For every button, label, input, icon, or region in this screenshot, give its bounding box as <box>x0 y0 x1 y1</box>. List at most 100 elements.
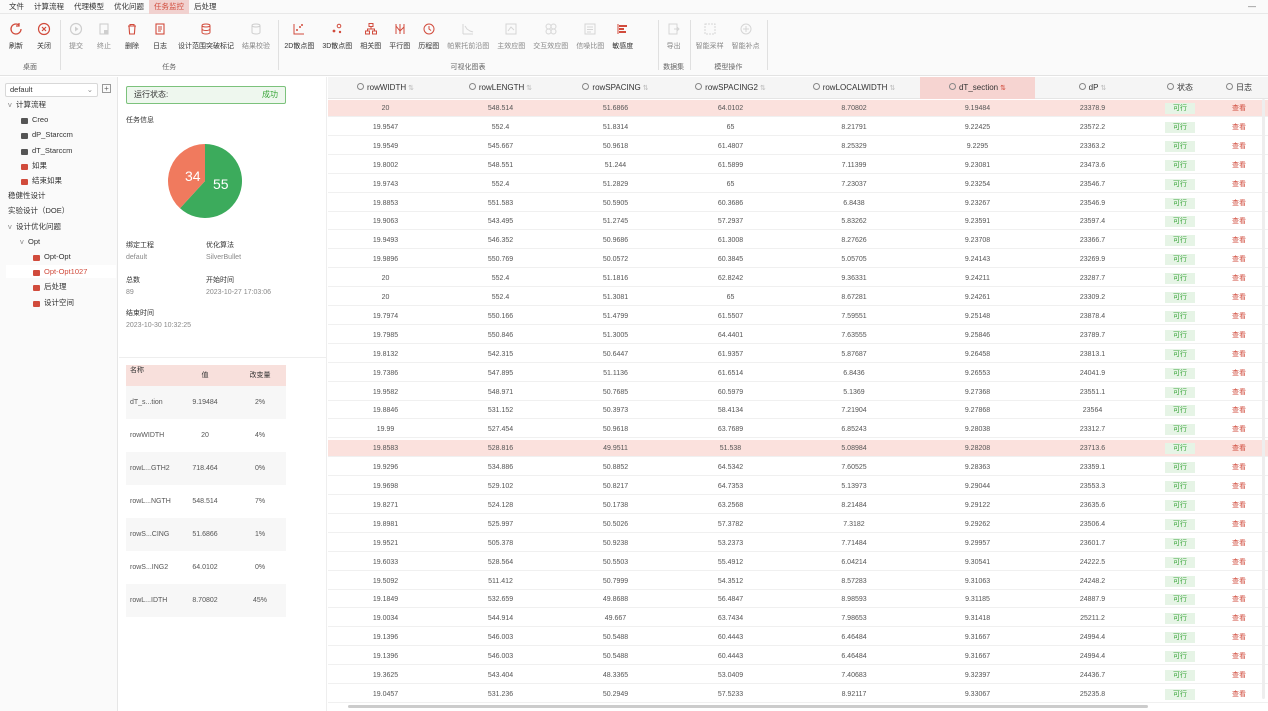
table-row[interactable]: 19.0457 531.236 50.2949 57.5233 8.92117 9.330… <box>328 686 1268 703</box>
view-log-link[interactable]: 查看 <box>1224 292 1254 303</box>
sort-icon[interactable]: ⇅ <box>889 85 895 92</box>
horizontal-scrollbar[interactable] <box>348 705 1148 708</box>
ribbon-button-2-7[interactable]: 交互效应图 <box>529 22 572 51</box>
menu-item-1[interactable]: 计算流程 <box>29 0 69 14</box>
view-log-link[interactable]: 查看 <box>1224 160 1254 171</box>
menu-item-0[interactable]: 文件 <box>4 0 29 14</box>
filter-icon[interactable] <box>1167 83 1174 91</box>
table-row[interactable]: 19.7386 547.895 51.1136 61.6514 6.8436 9.2655… <box>328 365 1268 382</box>
filter-icon[interactable] <box>582 83 590 91</box>
table-row[interactable]: 19.8132 542.315 50.6447 61.9357 5.87687 9.264… <box>328 346 1268 363</box>
ribbon-button-2-0[interactable]: 2D散点图 <box>280 22 318 51</box>
table-row[interactable]: 19.9896 550.769 50.0572 60.3845 5.05705 9.241… <box>328 251 1268 269</box>
table-row[interactable]: 19.9493 546.352 50.9686 61.3008 8.27626 9.237… <box>328 232 1268 250</box>
chevron-down-icon[interactable]: v <box>8 220 16 233</box>
ribbon-button-4-1[interactable]: 智能补点 <box>728 22 764 51</box>
tree-node-3[interactable]: dT_Starccm <box>20 144 72 157</box>
table-row[interactable]: 19.9547 552.4 51.8314 65 8.21791 9.22425 23572… <box>328 119 1268 136</box>
ribbon-button-2-6[interactable]: 主效应图 <box>493 22 529 51</box>
filter-icon[interactable] <box>357 83 364 91</box>
view-log-link[interactable]: 查看 <box>1224 141 1254 152</box>
tree-node-9[interactable]: v Opt <box>20 235 40 248</box>
sort-icon[interactable]: ⇅ <box>526 85 532 92</box>
table-row[interactable]: 19.7985 550.846 51.3005 64.4401 7.63555 9.258… <box>328 327 1268 344</box>
view-log-link[interactable]: 查看 <box>1224 198 1254 209</box>
table-row[interactable]: 19.9521 505.378 50.9238 53.2373 7.71484 9.299… <box>328 535 1268 552</box>
table-row[interactable]: 19.8271 524.128 50.1738 63.2568 8.21484 9.291… <box>328 497 1268 514</box>
menu-item-3[interactable]: 优化问题 <box>109 0 149 14</box>
tree-node-8[interactable]: v 设计优化问题 <box>8 220 61 233</box>
filter-icon[interactable] <box>1226 83 1233 91</box>
view-log-link[interactable]: 查看 <box>1224 576 1254 587</box>
table-row[interactable]: 19.7974 550.166 51.4799 61.5507 7.59551 9.251… <box>328 308 1268 325</box>
table-row[interactable]: 19.9063 543.495 51.2745 57.2937 5.83262 9.235… <box>328 213 1268 231</box>
column-header-5[interactable]: dT_section ⇅ <box>920 77 1035 99</box>
filter-icon[interactable] <box>1078 83 1086 91</box>
ribbon-button-1-2[interactable]: 删除 <box>118 22 146 51</box>
column-header-2[interactable]: rowSPACING ⇅ <box>558 77 673 99</box>
view-log-link[interactable]: 查看 <box>1224 632 1254 643</box>
column-header-3[interactable]: rowSPACING2 ⇅ <box>673 77 788 99</box>
view-log-link[interactable]: 查看 <box>1224 670 1254 681</box>
ribbon-button-2-5[interactable]: 帕累托前沿图 <box>443 22 493 51</box>
table-row[interactable]: 19.9698 529.102 50.8217 64.7353 5.13973 9.290… <box>328 478 1268 495</box>
view-log-link[interactable]: 查看 <box>1224 651 1254 662</box>
ribbon-button-2-8[interactable]: 信噪比图 <box>572 22 608 51</box>
sort-icon[interactable]: ⇅ <box>408 85 414 92</box>
table-row[interactable]: 19.8002 548.551 51.244 61.5899 7.11399 9.2308… <box>328 157 1268 174</box>
view-log-link[interactable]: 查看 <box>1224 387 1254 398</box>
chevron-down-icon[interactable]: v <box>8 98 16 111</box>
table-row[interactable]: 20 552.4 51.3081 65 8.67281 9.24261 23309.2 可行 查… <box>328 289 1268 306</box>
tree-node-7[interactable]: 实验设计（DOE） <box>8 204 69 217</box>
view-log-link[interactable]: 查看 <box>1224 557 1254 568</box>
view-log-link[interactable]: 查看 <box>1224 330 1254 341</box>
column-header-7[interactable]: 状态 <box>1150 77 1210 99</box>
tree-node-12[interactable]: 后处理 <box>32 280 67 293</box>
view-log-link[interactable]: 查看 <box>1224 519 1254 530</box>
filter-icon[interactable] <box>695 83 703 91</box>
table-row[interactable]: 19.9743 552.4 51.2829 65 7.23037 9.23254 23546… <box>328 176 1268 193</box>
sort-icon[interactable]: ⇅ <box>1000 85 1006 92</box>
view-log-link[interactable]: 查看 <box>1224 235 1254 246</box>
table-row[interactable]: 19.1396 546.003 50.5488 60.4443 6.46484 9.316… <box>328 629 1268 647</box>
table-row[interactable]: 19.9549 545.667 50.9618 61.4807 8.25329 9.229… <box>328 138 1268 155</box>
table-row[interactable]: 19.8583 528.816 49.9511 51.538 5.08984 9.2820… <box>328 440 1268 458</box>
project-select[interactable]: default ⌄ <box>5 83 98 97</box>
view-log-link[interactable]: 查看 <box>1224 594 1254 605</box>
sort-icon[interactable]: ⇅ <box>643 85 649 92</box>
view-log-link[interactable]: 查看 <box>1224 538 1254 549</box>
ribbon-button-1-1[interactable]: 终止 <box>90 22 118 51</box>
view-log-link[interactable]: 查看 <box>1224 613 1254 624</box>
view-log-link[interactable]: 查看 <box>1224 254 1254 265</box>
column-header-4[interactable]: rowLOCALWIDTH ⇅ <box>788 77 920 99</box>
table-row[interactable]: 19.9582 548.971 50.7685 60.5979 5.1369 9.2736… <box>328 384 1268 401</box>
table-row[interactable]: 19.6033 528.564 50.5503 55.4912 6.04214 9.305… <box>328 554 1268 571</box>
tree-node-6[interactable]: 稳健性设计 <box>8 189 46 202</box>
table-row[interactable]: 20 552.4 51.1816 62.8242 9.36331 9.24211 23287… <box>328 270 1268 288</box>
column-header-8[interactable]: 日志 <box>1210 77 1268 99</box>
filter-icon[interactable] <box>948 83 956 91</box>
tree-node-1[interactable]: Creo <box>20 113 48 126</box>
ribbon-button-1-3[interactable]: 日志 <box>146 22 174 51</box>
add-icon[interactable]: + <box>102 84 111 93</box>
view-log-link[interactable]: 查看 <box>1224 368 1254 379</box>
view-log-link[interactable]: 查看 <box>1224 349 1254 360</box>
ribbon-button-0-1[interactable]: 关闭 <box>30 22 58 51</box>
ribbon-button-2-2[interactable]: 相关图 <box>356 22 385 51</box>
view-log-link[interactable]: 查看 <box>1224 179 1254 190</box>
menu-item-5[interactable]: 后处理 <box>189 0 222 14</box>
ribbon-button-1-0[interactable]: 提交 <box>62 22 90 51</box>
table-row[interactable]: 20 548.514 51.6866 64.0102 8.70802 9.19484 233… <box>328 100 1268 117</box>
ribbon-button-0-0[interactable]: 刷新 <box>2 22 30 51</box>
view-log-link[interactable]: 查看 <box>1224 216 1254 227</box>
column-header-6[interactable]: dP ⇅ <box>1035 77 1150 99</box>
tree-node-13[interactable]: 设计空间 <box>32 296 74 309</box>
view-log-link[interactable]: 查看 <box>1224 424 1254 435</box>
table-row[interactable]: 19.0034 544.914 49.667 63.7434 7.98653 9.3141… <box>328 610 1268 628</box>
table-row[interactable]: 19.5092 511.412 50.7999 54.3512 8.57283 9.310… <box>328 573 1268 590</box>
view-log-link[interactable]: 查看 <box>1224 311 1254 322</box>
chevron-down-icon[interactable]: v <box>20 235 28 248</box>
menu-item-4[interactable]: 任务监控 <box>149 0 189 14</box>
table-row[interactable]: 19.99 527.454 50.9618 63.7689 6.85243 9.28038… <box>328 421 1268 439</box>
tree-node-2[interactable]: dP_Starccm <box>20 128 73 141</box>
